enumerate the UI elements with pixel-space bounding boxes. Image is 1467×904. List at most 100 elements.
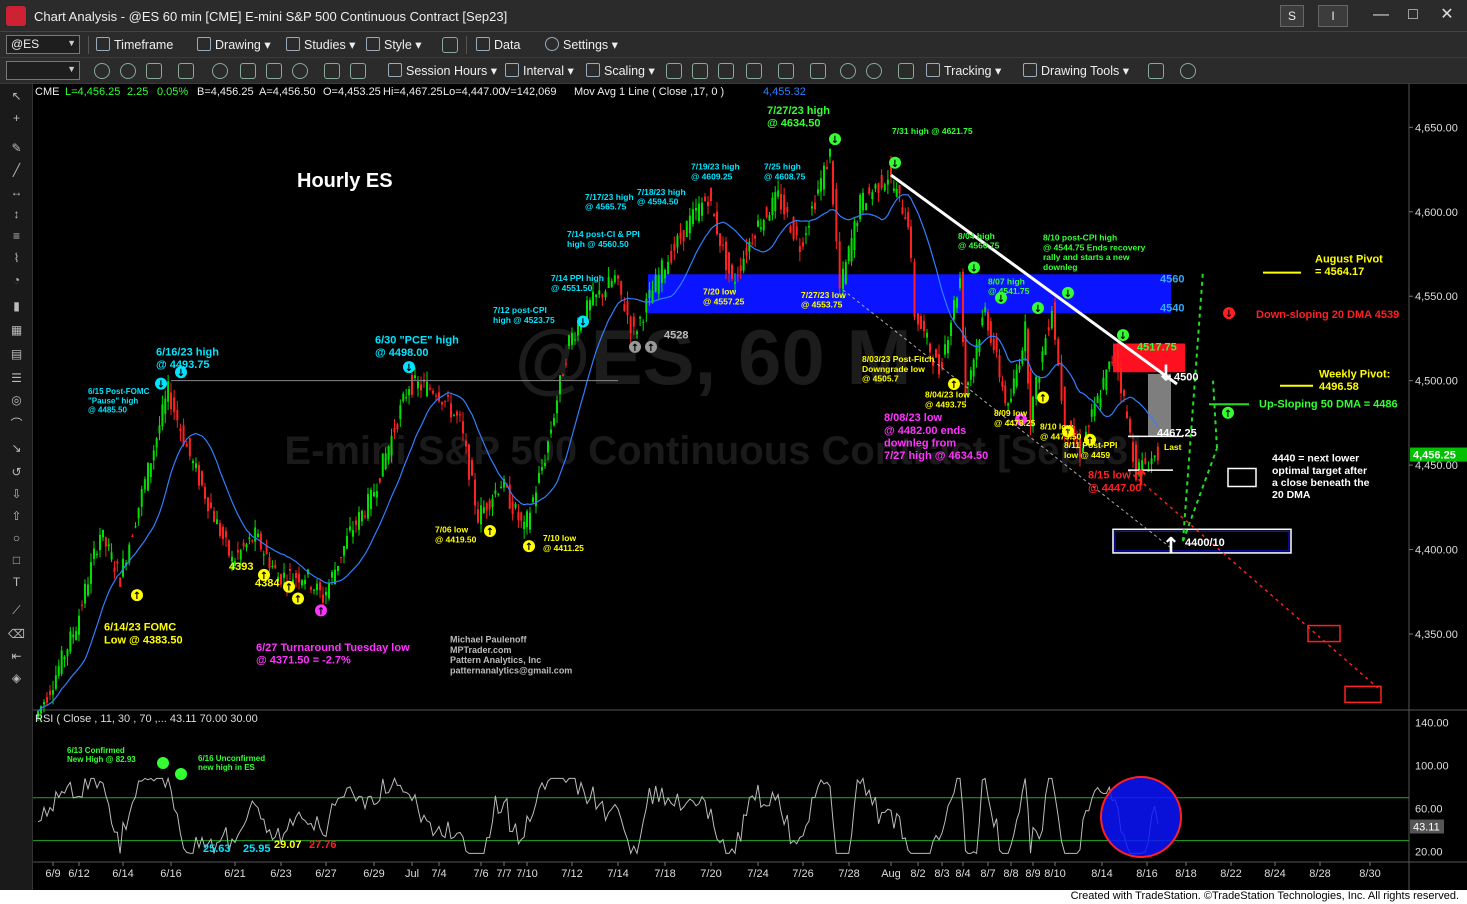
- alert-icon[interactable]: [292, 63, 308, 79]
- annotation-label: 7/25 high @ 4608.75: [764, 162, 806, 182]
- paint-icon[interactable]: ◈: [8, 670, 25, 687]
- price-bar-body: [462, 421, 464, 434]
- menu-lines-icon[interactable]: ☰: [8, 370, 25, 387]
- interval-icon: [505, 63, 519, 77]
- data-menu[interactable]: Data: [476, 37, 520, 52]
- zoom-out-icon[interactable]: [866, 63, 882, 79]
- interval-menu[interactable]: Interval ▾: [505, 63, 574, 78]
- close-button[interactable]: ✕: [1432, 4, 1462, 26]
- fib-icon[interactable]: ⌇: [8, 250, 25, 267]
- chart-svg[interactable]: @ES, 60 M E-mini S&P 500 Continuous Cont…: [33, 84, 1467, 890]
- rsi-annotation-line: 6/13 Confirmed: [67, 746, 125, 755]
- arrow-up-tool-icon[interactable]: ⇧: [8, 508, 25, 525]
- image-icon[interactable]: [240, 63, 256, 79]
- rsi-annotation-line: new high in ES: [198, 763, 256, 772]
- price-bar-body: [739, 265, 742, 272]
- trendline-icon[interactable]: ╱: [8, 162, 25, 179]
- annotation-line: 8/04 high: [958, 231, 995, 241]
- annotation-line: @ 4634.50: [767, 117, 821, 129]
- eraser-icon[interactable]: ⌫: [8, 626, 25, 643]
- link-i-button[interactable]: I: [1318, 5, 1348, 27]
- price-bar-body: [149, 463, 152, 478]
- color-scheme-select[interactable]: ▼: [6, 61, 80, 80]
- scaling-menu[interactable]: Scaling ▾: [586, 63, 655, 78]
- price-bar-body: [63, 656, 66, 660]
- horizontal-line-icon[interactable]: ↔: [8, 184, 25, 201]
- ellipse-tool-icon[interactable]: ○: [8, 530, 25, 547]
- chat-icon[interactable]: [1180, 63, 1196, 79]
- text-icon[interactable]: [324, 63, 340, 79]
- x-tick-label: 8/4: [955, 868, 970, 880]
- price-bar-body: [84, 583, 86, 604]
- rectangle-tool-icon[interactable]: □: [8, 552, 25, 569]
- grid-icon[interactable]: [146, 63, 162, 79]
- crosshair-tool-icon[interactable]: +: [8, 110, 25, 127]
- x-tick-label: 6/14: [112, 868, 133, 880]
- chart-area[interactable]: @ES, 60 M E-mini S&P 500 Continuous Cont…: [33, 84, 1467, 890]
- vertical-line-icon[interactable]: ↕: [8, 206, 25, 223]
- channel-icon[interactable]: ≡: [8, 228, 25, 245]
- annotation-line: 7/14 PPI high: [551, 273, 604, 283]
- curve-icon[interactable]: ↺: [8, 464, 25, 481]
- table-icon[interactable]: ▦: [8, 322, 25, 339]
- layout-icon[interactable]: [442, 37, 458, 53]
- studies-menu[interactable]: Studies ▾: [286, 37, 355, 52]
- chart-type-icon[interactable]: [746, 63, 762, 79]
- price-bar-body: [959, 278, 961, 289]
- price-bar-body: [99, 534, 101, 551]
- price-bar-body: [488, 500, 491, 510]
- price-bar-body: [1060, 362, 1063, 401]
- price-bar-body: [998, 355, 1001, 378]
- settings-menu[interactable]: Settings ▾: [545, 37, 618, 52]
- arrow-down-tool-icon[interactable]: ⇩: [8, 486, 25, 503]
- style-menu[interactable]: Style ▾: [366, 37, 422, 52]
- signal-icon[interactable]: ↘: [8, 440, 25, 457]
- drawing-menu[interactable]: Drawing ▾: [197, 37, 271, 52]
- line-icon[interactable]: [718, 63, 734, 79]
- share-icon[interactable]: [1148, 63, 1164, 79]
- bars-icon[interactable]: ▮: [8, 298, 25, 315]
- left-arrow-tool-icon[interactable]: ⇤: [8, 648, 25, 665]
- text-tool-icon[interactable]: T: [8, 574, 25, 591]
- price-bar-body: [361, 510, 363, 522]
- price-bar-body: [113, 567, 116, 572]
- bracket-right-icon[interactable]: [810, 63, 826, 79]
- ruler-icon[interactable]: ⟋: [8, 602, 25, 619]
- crosshair-icon[interactable]: [898, 63, 914, 79]
- candle-icon[interactable]: [692, 63, 708, 79]
- pencil-tool-icon[interactable]: ✎: [8, 140, 25, 157]
- symbol-input[interactable]: @ES ▼: [6, 35, 80, 54]
- arc-icon[interactable]: ⌒: [8, 416, 25, 433]
- gann-icon[interactable]: ▤: [8, 346, 25, 363]
- zoom-in-icon[interactable]: [840, 63, 856, 79]
- x-tick-label: 8/28: [1309, 868, 1330, 880]
- bracket-left-icon[interactable]: [778, 63, 794, 79]
- circle-tool-icon[interactable]: ◎: [8, 392, 25, 409]
- drawing-tools-menu[interactable]: Drawing Tools ▾: [1023, 63, 1129, 78]
- speed-icon[interactable]: ◔: [8, 272, 25, 289]
- sync-icon[interactable]: [120, 63, 136, 79]
- symbol-link-s-button[interactable]: S: [1280, 5, 1304, 27]
- pointer-icon[interactable]: ↖: [8, 88, 25, 105]
- price-bar-body: [471, 460, 473, 476]
- maximize-button[interactable]: □: [1398, 4, 1428, 26]
- session-hours-menu[interactable]: Session Hours ▾: [388, 63, 497, 78]
- minimize-button[interactable]: —: [1366, 4, 1396, 26]
- price-bar-body: [736, 274, 739, 276]
- target-icon[interactable]: [212, 63, 228, 79]
- bar-icon[interactable]: [666, 63, 682, 79]
- x-tick-label: 6/29: [363, 868, 384, 880]
- lock-icon[interactable]: [350, 63, 366, 79]
- clipboard-icon[interactable]: [266, 63, 282, 79]
- price-bar-body: [1108, 361, 1111, 369]
- refresh-icon[interactable]: [94, 63, 110, 79]
- price-bar-body: [532, 497, 534, 503]
- zoom-window-icon[interactable]: [178, 63, 194, 79]
- green-high-marker-arrow: ↓: [891, 159, 899, 170]
- timeframe-menu[interactable]: Timeframe: [96, 37, 173, 52]
- annotation-line: @ 4419.50: [435, 534, 477, 544]
- price-bar-body: [898, 184, 901, 194]
- secondary-toolbar: ▼ Session Hours ▾ Interval ▾ Scaling ▾ T…: [0, 58, 1467, 84]
- price-bar-body: [1007, 403, 1010, 406]
- tracking-menu[interactable]: Tracking ▾: [926, 63, 1001, 78]
